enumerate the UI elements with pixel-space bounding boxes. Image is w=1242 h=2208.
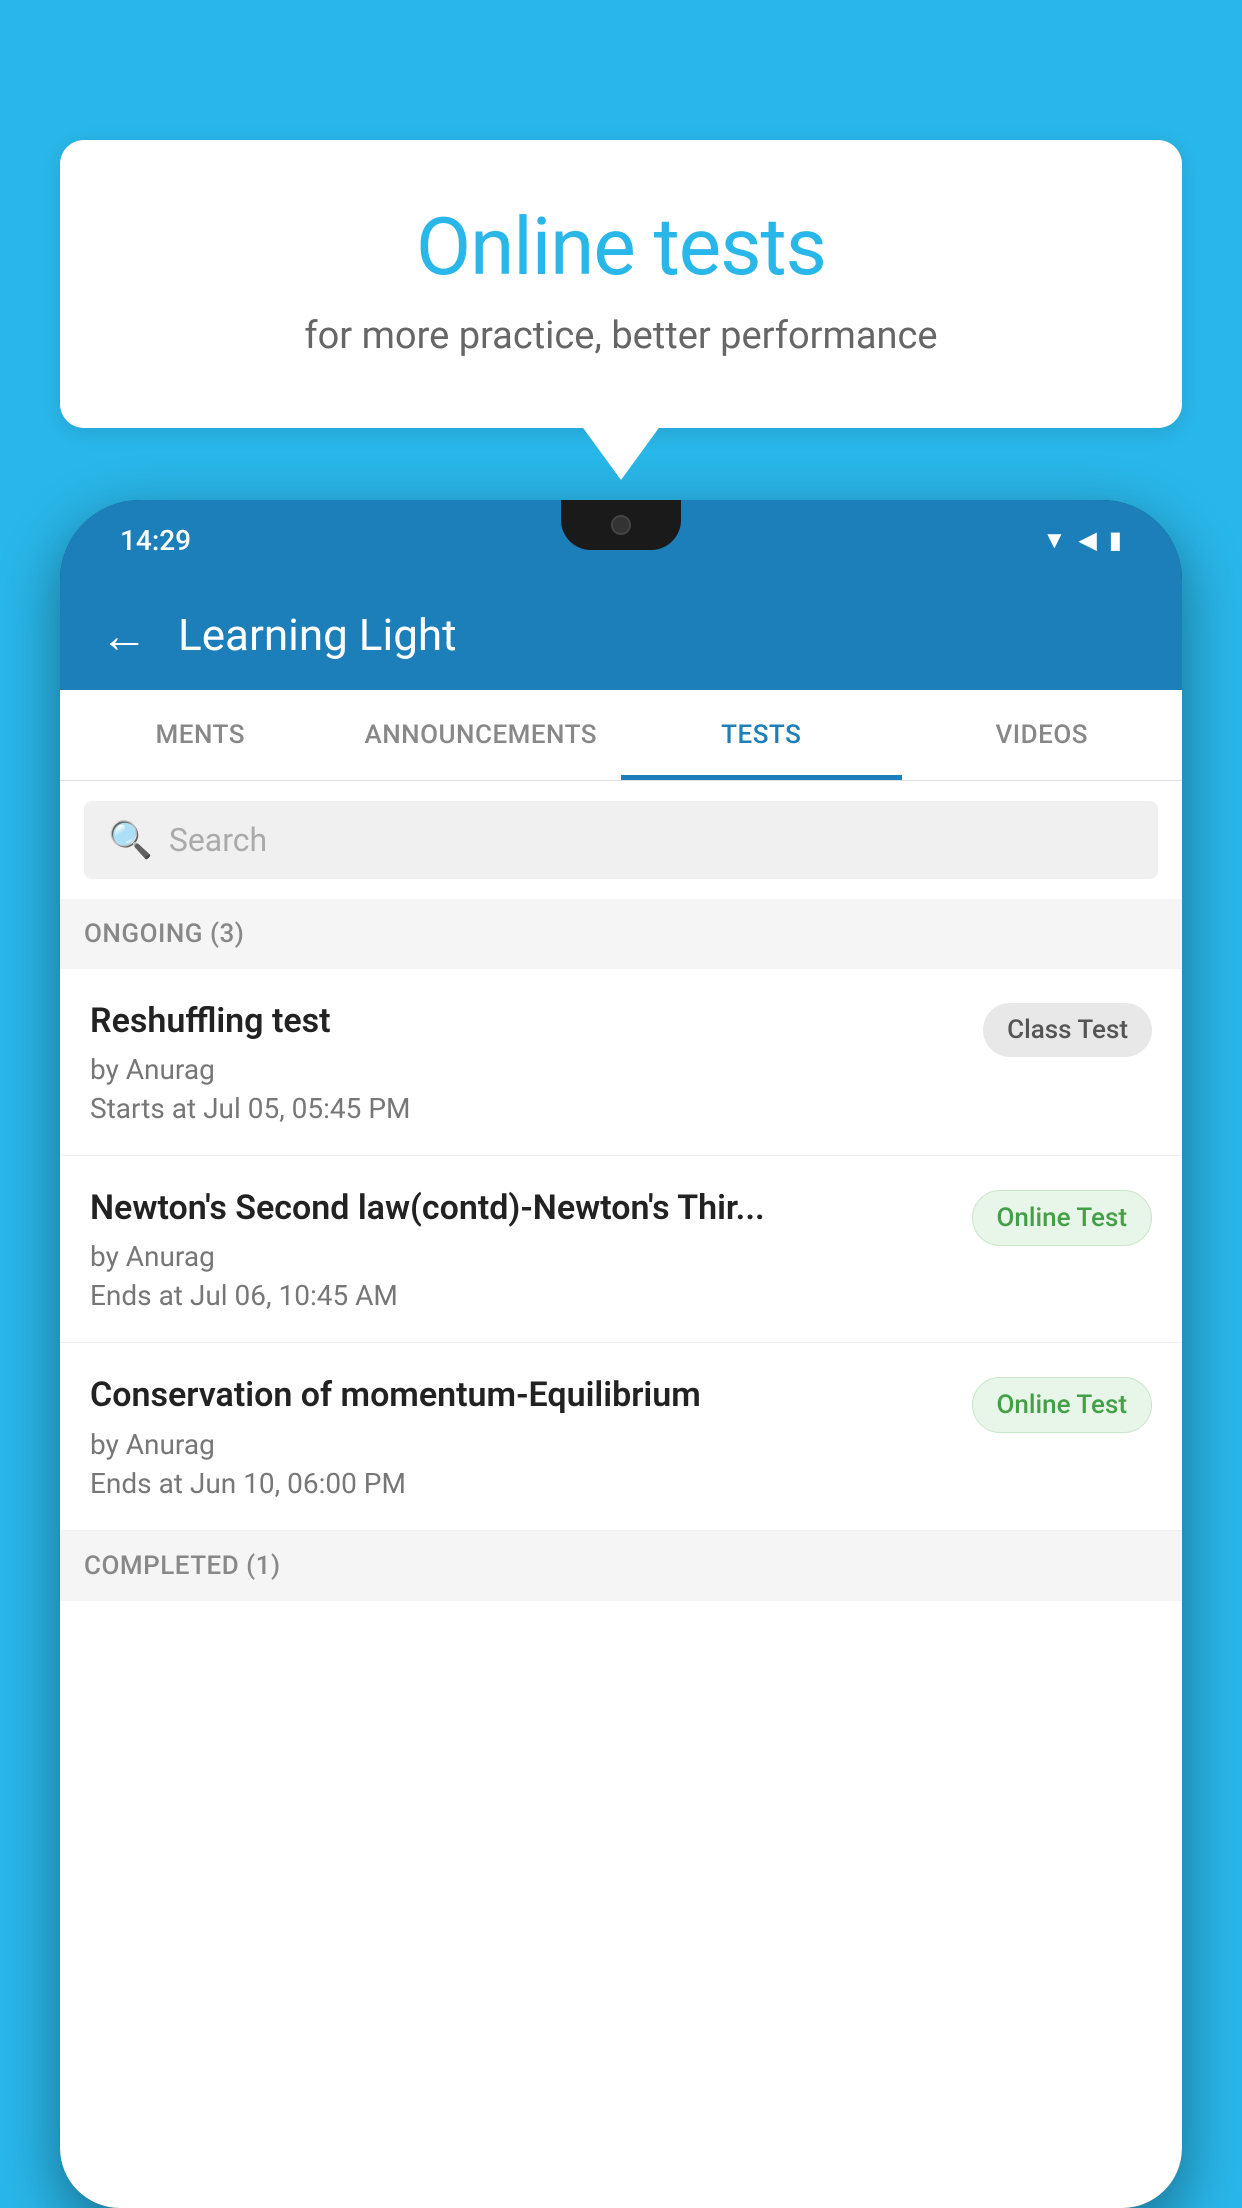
back-button[interactable]: ←	[100, 607, 148, 664]
test-item-content: Conservation of momentum-Equilibrium by …	[90, 1373, 952, 1499]
speech-bubble-subtitle: for more practice, better performance	[140, 314, 1102, 358]
phone-notch	[561, 500, 681, 550]
phone-frame: 14:29 ▼ ◀ ▮ ← Learning Light MENTS ANNOU…	[60, 500, 1182, 2208]
search-container: 🔍 Search	[60, 781, 1182, 899]
test-title: Conservation of momentum-Equilibrium	[90, 1373, 952, 1417]
test-item[interactable]: Newton's Second law(contd)-Newton's Thir…	[60, 1156, 1182, 1343]
test-item-content: Reshuffling test by Anurag Starts at Jul…	[90, 999, 963, 1125]
test-item[interactable]: Conservation of momentum-Equilibrium by …	[60, 1343, 1182, 1530]
wifi-icon: ▼	[1043, 526, 1067, 555]
test-author: by Anurag	[90, 1428, 952, 1461]
search-bar[interactable]: 🔍 Search	[84, 801, 1158, 879]
completed-section-header: COMPLETED (1)	[60, 1531, 1182, 1601]
test-author: by Anurag	[90, 1240, 952, 1273]
tab-tests[interactable]: TESTS	[621, 690, 902, 780]
signal-icon: ◀	[1078, 526, 1096, 554]
test-date: Ends at Jul 06, 10:45 AM	[90, 1279, 952, 1312]
test-title: Reshuffling test	[90, 999, 963, 1043]
speech-bubble: Online tests for more practice, better p…	[60, 140, 1182, 428]
test-title: Newton's Second law(contd)-Newton's Thir…	[90, 1186, 952, 1230]
search-input[interactable]: Search	[169, 821, 267, 859]
test-badge-online-2: Online Test	[972, 1377, 1153, 1433]
tab-ments[interactable]: MENTS	[60, 690, 341, 780]
speech-bubble-title: Online tests	[140, 200, 1102, 294]
test-badge-online: Online Test	[972, 1190, 1153, 1246]
battery-icon: ▮	[1109, 526, 1122, 554]
tab-videos[interactable]: VIDEOS	[902, 690, 1183, 780]
phone-inner: ← Learning Light MENTS ANNOUNCEMENTS TES…	[60, 580, 1182, 2208]
ongoing-section-header: ONGOING (3)	[60, 899, 1182, 969]
app-bar: ← Learning Light	[60, 580, 1182, 690]
tabs-bar: MENTS ANNOUNCEMENTS TESTS VIDEOS	[60, 690, 1182, 781]
test-author: by Anurag	[90, 1053, 963, 1086]
app-title: Learning Light	[178, 609, 457, 661]
test-badge-class: Class Test	[983, 1003, 1152, 1057]
status-icons: ▼ ◀ ▮	[1043, 526, 1122, 555]
status-time: 14:29	[120, 524, 191, 557]
status-bar: 14:29 ▼ ◀ ▮	[60, 500, 1182, 580]
tab-announcements[interactable]: ANNOUNCEMENTS	[341, 690, 622, 780]
test-item-content: Newton's Second law(contd)-Newton's Thir…	[90, 1186, 952, 1312]
notch-camera	[611, 515, 631, 535]
test-date: Starts at Jul 05, 05:45 PM	[90, 1092, 963, 1125]
test-date: Ends at Jun 10, 06:00 PM	[90, 1467, 952, 1500]
search-icon: 🔍	[108, 819, 153, 861]
test-item[interactable]: Reshuffling test by Anurag Starts at Jul…	[60, 969, 1182, 1156]
speech-bubble-container: Online tests for more practice, better p…	[60, 140, 1182, 428]
